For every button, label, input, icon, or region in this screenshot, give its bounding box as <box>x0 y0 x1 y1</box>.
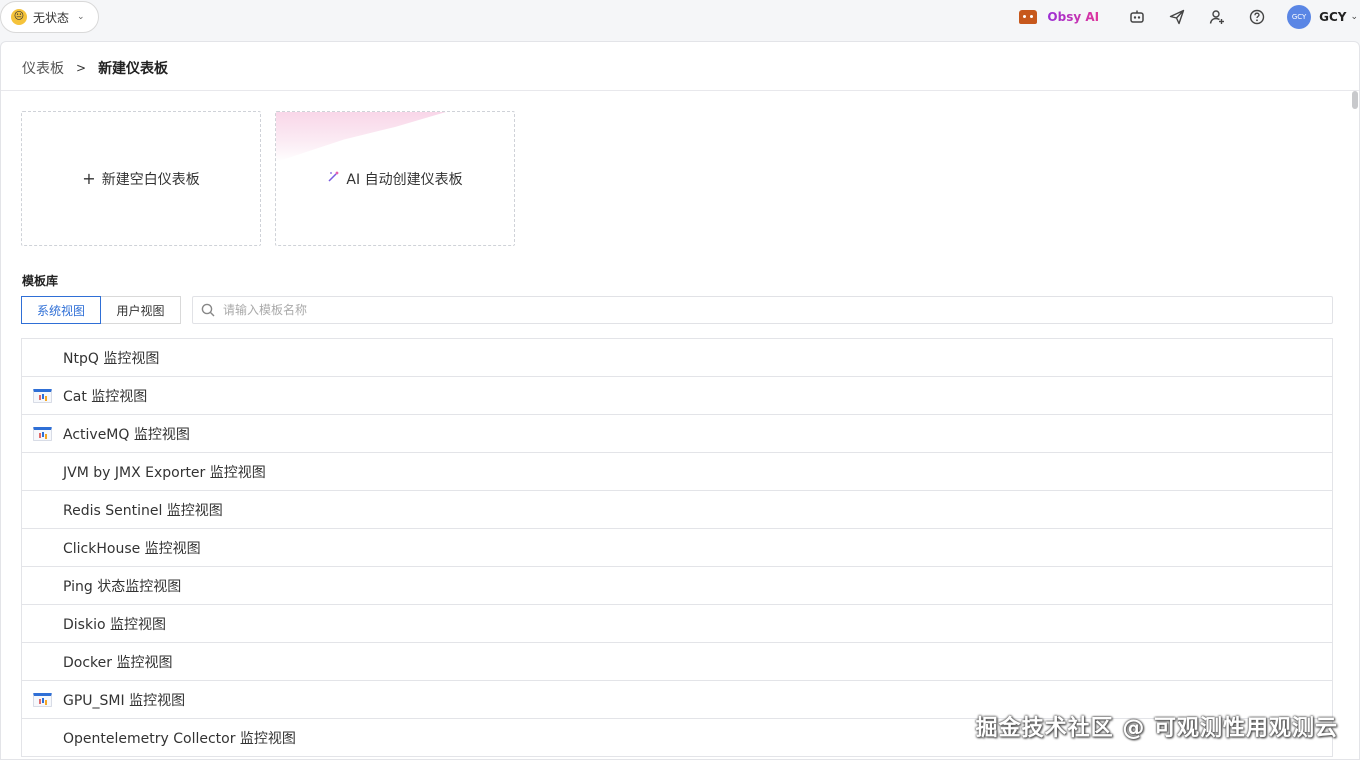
list-item[interactable]: Diskio 监控视图 <box>22 605 1332 643</box>
template-list: NtpQ 监控视图 Cat 监控视图 ActiveMQ 监控视图 JVM by … <box>21 338 1333 757</box>
page-title: 新建仪表板 <box>98 61 169 77</box>
template-search-input[interactable] <box>223 303 823 317</box>
template-name: Opentelemetry Collector 监控视图 <box>63 730 296 747</box>
template-name: Redis Sentinel 监控视图 <box>63 502 223 519</box>
chevron-right-icon: > <box>76 61 87 75</box>
template-icon-slot <box>22 491 63 529</box>
help-icon <box>1249 9 1265 25</box>
template-name: Diskio 监控视图 <box>63 616 166 633</box>
list-item[interactable]: Docker 监控视图 <box>22 643 1332 681</box>
list-item[interactable]: NtpQ 监控视图 <box>22 339 1332 377</box>
dashboard-template-icon <box>33 388 52 403</box>
robot-icon <box>1019 10 1038 24</box>
list-item[interactable]: ClickHouse 监控视图 <box>22 529 1332 567</box>
breadcrumb-dashboards-link[interactable]: 仪表板 <box>22 58 64 78</box>
magic-wand-icon <box>327 170 340 187</box>
ai-create-dashboard-card[interactable]: AI 自动创建仪表板 <box>275 111 515 246</box>
top-right-toolbar: Obsy AI GCY GCY ⌄ <box>1019 0 1360 34</box>
template-name: ActiveMQ 监控视图 <box>63 426 190 443</box>
template-icon-slot <box>22 605 63 643</box>
paper-plane-icon <box>1169 9 1185 25</box>
template-icon-slot <box>22 567 63 605</box>
new-blank-dashboard-label: 新建空白仪表板 <box>101 171 200 188</box>
breadcrumb: 仪表板 > 新建仪表板 <box>22 58 168 78</box>
main-panel: 仪表板 > 新建仪表板 + 新建空白仪表板 AI 自动创建仪表板 模板库 系统视… <box>0 41 1360 760</box>
list-item[interactable]: Redis Sentinel 监控视图 <box>22 491 1332 529</box>
template-name: Cat 监控视图 <box>63 388 148 405</box>
template-name: Ping 状态监控视图 <box>63 578 182 595</box>
vertical-scrollbar[interactable] <box>1352 91 1358 109</box>
template-icon-slot <box>22 415 63 453</box>
template-name: JVM by JMX Exporter 监控视图 <box>63 464 266 481</box>
template-search <box>192 296 1333 324</box>
search-icon <box>201 303 215 317</box>
tab-system-views[interactable]: 系统视图 <box>21 296 101 324</box>
bot-assistant-button[interactable] <box>1117 0 1157 34</box>
ai-create-dashboard-label: AI 自动创建仪表板 <box>346 171 463 188</box>
user-add-icon <box>1209 10 1225 24</box>
template-name: ClickHouse 监控视图 <box>63 540 201 557</box>
template-icon-slot <box>22 529 63 567</box>
avatar: GCY <box>1287 5 1312 29</box>
template-library-title: 模板库 <box>22 274 59 288</box>
list-item[interactable]: JVM by JMX Exporter 监控视图 <box>22 453 1332 491</box>
send-button[interactable] <box>1157 0 1197 34</box>
template-view-tabs: 系统视图 用户视图 <box>21 296 181 324</box>
template-icon-slot <box>22 681 63 719</box>
template-icon-slot <box>22 377 63 415</box>
decorative-gradient <box>276 112 446 162</box>
list-item[interactable]: Ping 状态监控视图 <box>22 567 1332 605</box>
header-divider <box>1 90 1359 91</box>
template-name: Docker 监控视图 <box>63 654 173 671</box>
dashboard-template-icon <box>33 426 52 441</box>
template-icon-slot <box>22 719 63 757</box>
template-icon-slot <box>22 339 63 377</box>
user-name: GCY <box>1319 10 1347 24</box>
list-item[interactable]: ActiveMQ 监控视图 <box>22 415 1332 453</box>
help-button[interactable] <box>1237 0 1277 34</box>
tab-user-views[interactable]: 用户视图 <box>101 296 181 324</box>
top-bar: 😐 无状态 ⌄ Obsy AI GCY GCY ⌄ <box>0 0 1360 34</box>
new-blank-dashboard-card[interactable]: + 新建空白仪表板 <box>21 111 261 246</box>
list-item[interactable]: Cat 监控视图 <box>22 377 1332 415</box>
chevron-down-icon: ⌄ <box>77 12 85 22</box>
user-menu[interactable]: GCY GCY ⌄ <box>1287 5 1358 29</box>
status-selector[interactable]: 😐 无状态 ⌄ <box>0 1 99 33</box>
watermark: 掘金技术社区 @ 可观测性用观测云 <box>975 716 1338 741</box>
obsy-ai-button[interactable]: Obsy AI <box>1019 10 1099 24</box>
template-name: NtpQ 监控视图 <box>63 350 160 367</box>
plus-icon: + <box>82 169 96 188</box>
chevron-down-icon: ⌄ <box>1350 12 1358 22</box>
obsy-ai-label: Obsy AI <box>1047 10 1100 24</box>
template-icon-slot <box>22 453 63 491</box>
neutral-face-icon: 😐 <box>11 9 27 25</box>
bot-icon <box>1130 10 1144 23</box>
template-name: GPU_SMI 监控视图 <box>63 692 186 709</box>
status-label: 无状态 <box>33 10 70 25</box>
template-icon-slot <box>22 643 63 681</box>
user-add-button[interactable] <box>1197 0 1237 34</box>
dashboard-template-icon <box>33 692 52 707</box>
